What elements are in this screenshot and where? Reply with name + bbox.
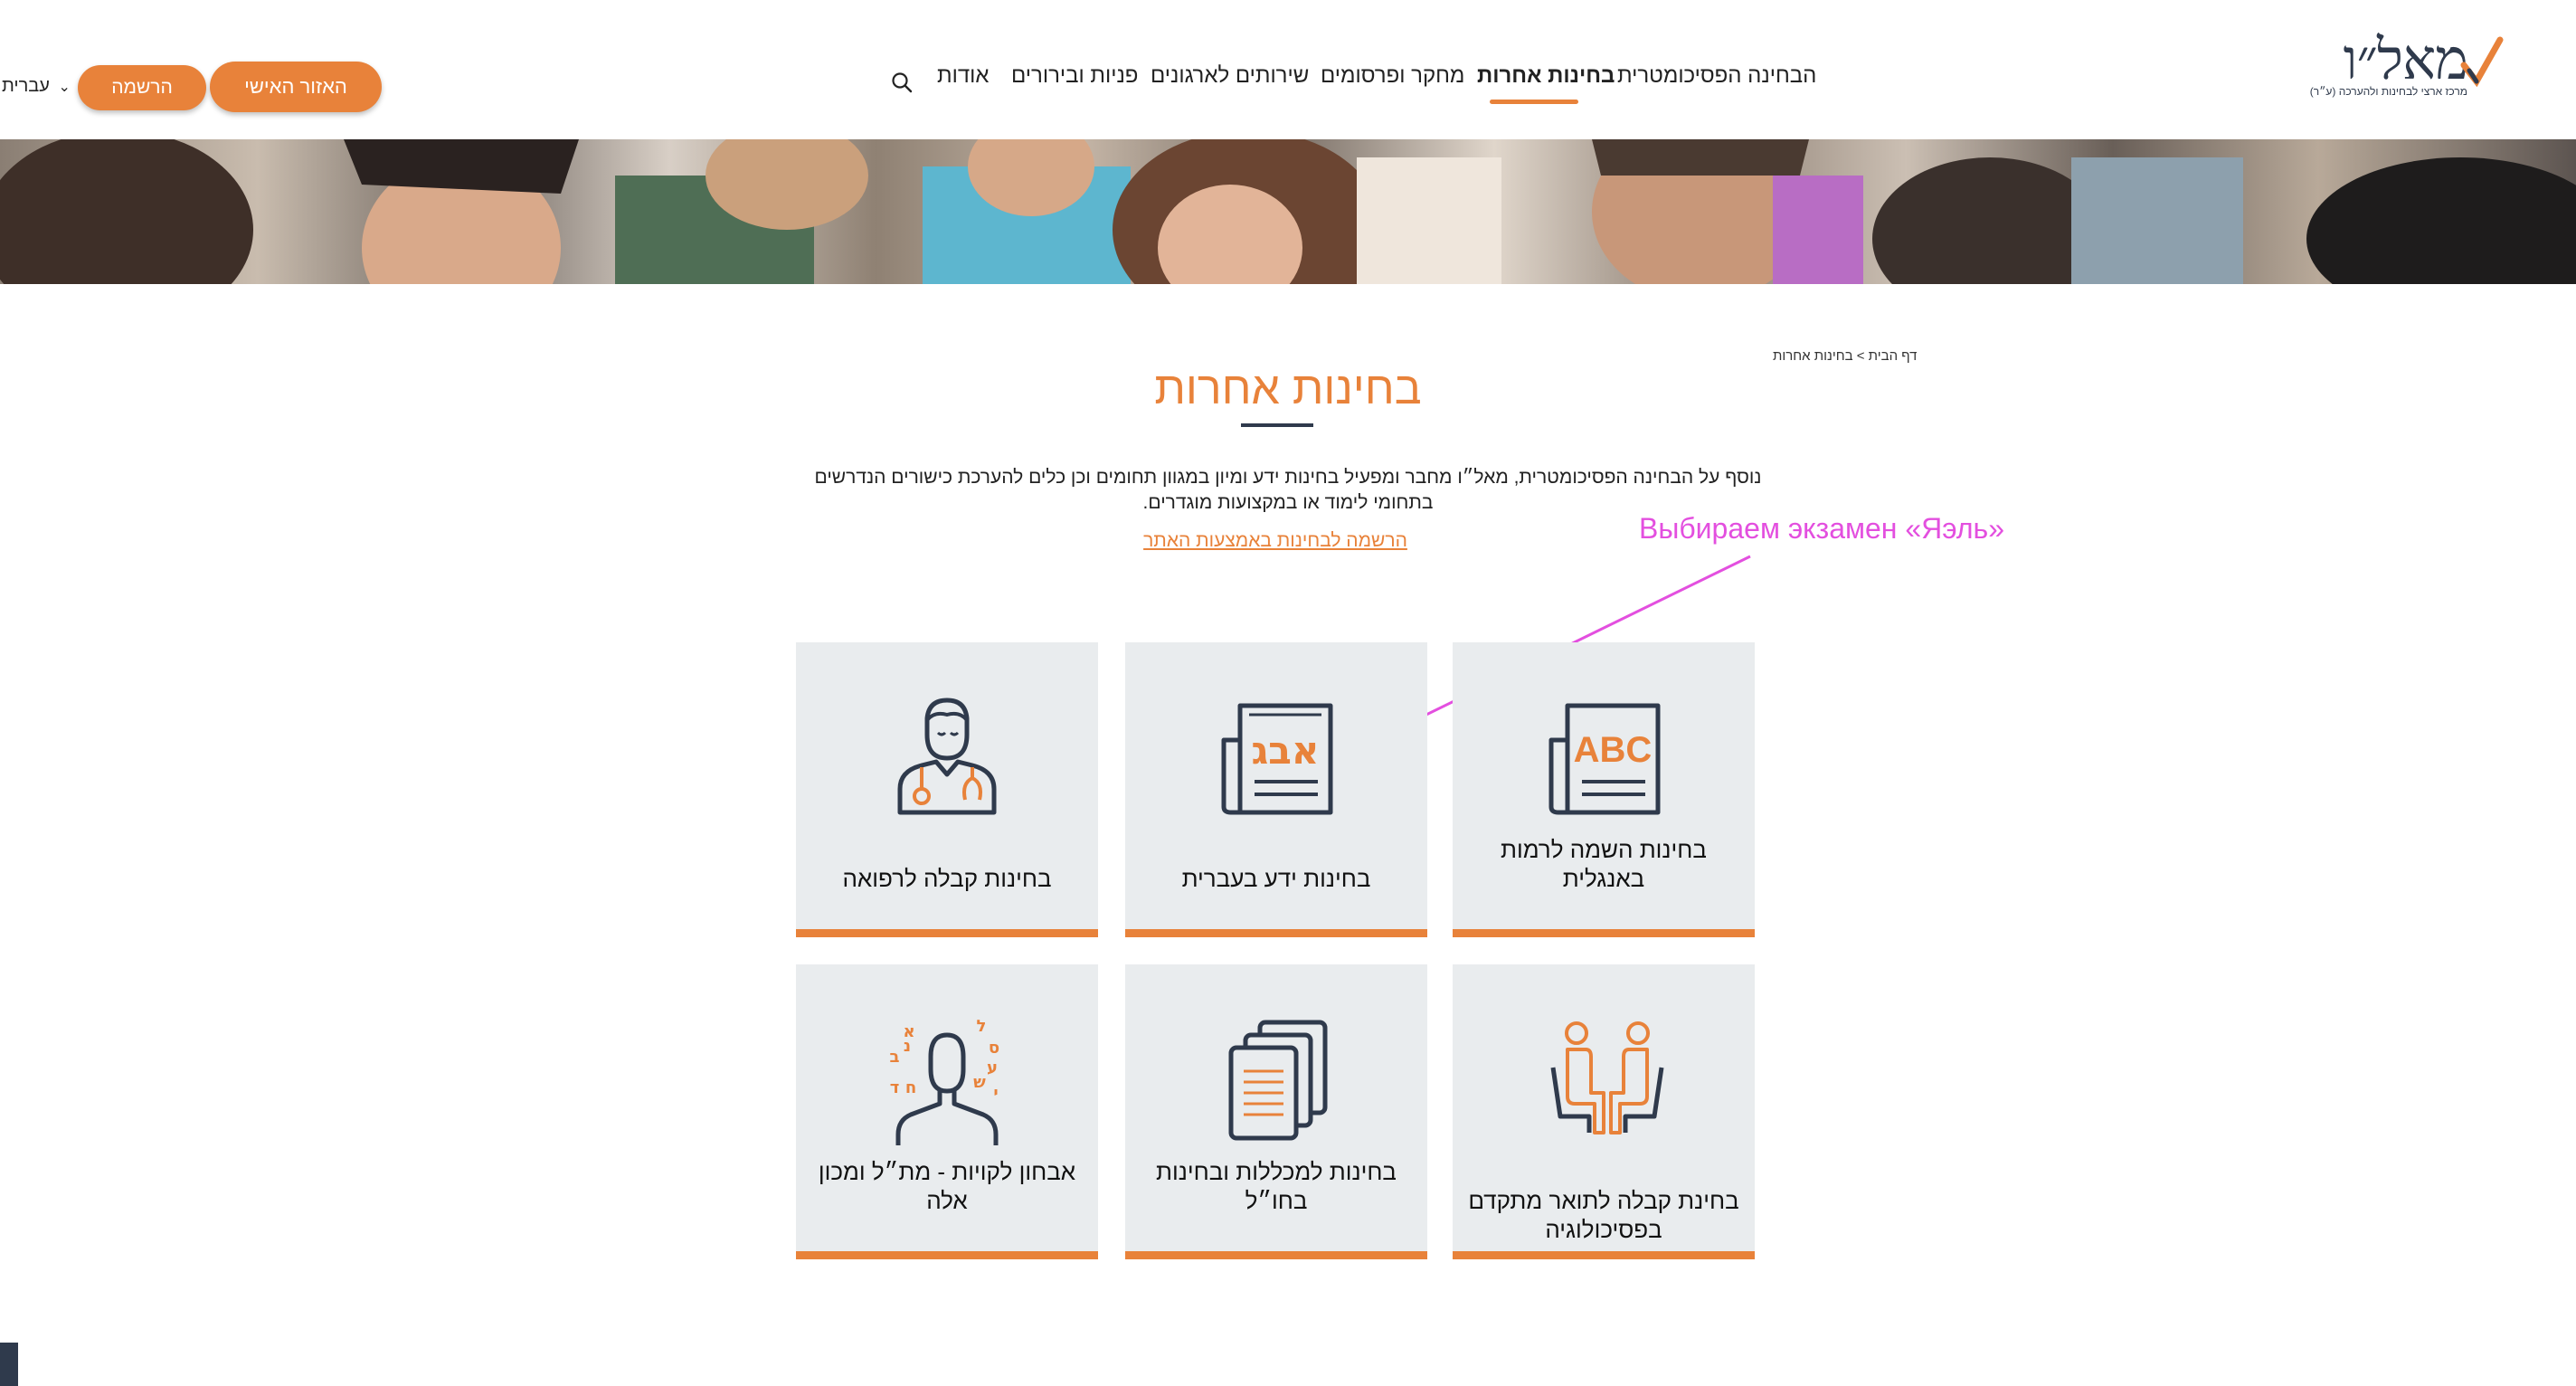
register-via-site-link[interactable]: הרשמה לבחינות באמצעות האתר xyxy=(1094,530,1456,552)
nav-psychometric[interactable]: הבחינה הפסיכומטרית xyxy=(1617,63,1816,89)
hero-banner-image xyxy=(0,139,2576,284)
intro-text: נוסף על הבחינה הפסיכומטרית, מאל״ו מחבר ו… xyxy=(814,467,1762,513)
card-label: אבחון לקויות - מת״ל ומכון אלה xyxy=(818,1158,1076,1214)
hebrew-document-icon: אבג xyxy=(1221,703,1333,815)
letter-glyph: ד xyxy=(890,1078,900,1097)
card-colleges-abroad[interactable]: בחינות למכללות ובחינות בחו״ל xyxy=(1125,964,1427,1259)
card-label: בחינות ידע בעברית xyxy=(1181,865,1371,892)
nav-active-indicator xyxy=(1490,100,1578,104)
card-learning-disabilities[interactable]: א ל ס ב נ ע ש ד ח י אבחון לקויות - מת״ל … xyxy=(796,964,1098,1259)
annotation-text: Выбираем экзамен «Яэль» xyxy=(1639,512,2005,545)
accessibility-widget-tab[interactable] xyxy=(0,1343,18,1386)
search-icon[interactable] xyxy=(890,71,914,94)
card-label: בחינת קבלה לתואר מתקדם בפסיכולוגיה xyxy=(1468,1187,1739,1243)
abc-icon-text: ABC xyxy=(1574,730,1653,770)
letter-glyph: ב xyxy=(890,1048,900,1067)
stacked-documents-icon xyxy=(1228,1020,1328,1141)
card-english-placement[interactable]: ABC בחינות השמה לרמות באנגלית xyxy=(1453,642,1755,937)
main-nav: הבחינה הפסיכומטרית בחינות אחרות מחקר ופר… xyxy=(0,63,2576,100)
title-underline xyxy=(1241,423,1313,427)
language-selector[interactable]: ⌄ עברית xyxy=(2,76,71,97)
card-label: בחינות קבלה לרפואה xyxy=(842,865,1052,892)
breadcrumb[interactable]: דף הבית > בחינות אחרות xyxy=(1773,348,1918,364)
nav-other-exams[interactable]: בחינות אחרות xyxy=(1477,63,1615,89)
nav-org-services[interactable]: שירותים לארגונים xyxy=(1151,63,1309,89)
letter-glyph: ס xyxy=(989,1039,999,1058)
card-psychology-masters[interactable]: בחינת קבלה לתואר מתקדם בפסיכולוגיה xyxy=(1453,964,1755,1259)
hebrew-icon-text: אבג xyxy=(1252,728,1320,773)
card-hebrew-knowledge[interactable]: אבג בחינות ידע בעברית xyxy=(1125,642,1427,937)
chevron-down-icon: ⌄ xyxy=(58,80,71,95)
personal-area-button[interactable]: האזור האישי xyxy=(210,62,382,112)
nav-inquiries[interactable]: פניות ובירורים xyxy=(1011,63,1138,89)
letter-glyph: י xyxy=(993,1084,998,1103)
abc-document-icon: ABC xyxy=(1548,703,1661,815)
page-title: בחינות אחרות xyxy=(1154,363,1422,413)
person-letters-icon: א ל ס ב נ ע ש ד ח י xyxy=(890,1017,999,1145)
letter-glyph: ח xyxy=(905,1078,916,1097)
card-medicine-admission[interactable]: בחינות קבלה לרפואה xyxy=(796,642,1098,937)
letter-glyph: ש xyxy=(973,1073,986,1092)
nav-about[interactable]: אודות xyxy=(937,63,989,89)
letter-glyph: ל xyxy=(977,1017,987,1036)
card-label: בחינות השמה לרמות באנגלית xyxy=(1501,836,1707,892)
letter-glyph: נ xyxy=(904,1037,911,1056)
doctor-icon xyxy=(897,698,997,815)
register-exams-button[interactable]: הרשמה לבחינות xyxy=(78,65,206,143)
card-label: בחינות למכללות ובחינות בחו״ל xyxy=(1156,1158,1397,1214)
site-header: מאל״ו מרכז ארצי לבחינות ולהערכה (ע״ר) הב… xyxy=(0,0,2576,143)
letter-glyph: ע xyxy=(987,1058,998,1077)
two-people-chairs-icon xyxy=(1550,1021,1664,1134)
language-label: עברית xyxy=(2,76,50,96)
nav-research[interactable]: מחקר ופרסומים xyxy=(1321,63,1464,89)
